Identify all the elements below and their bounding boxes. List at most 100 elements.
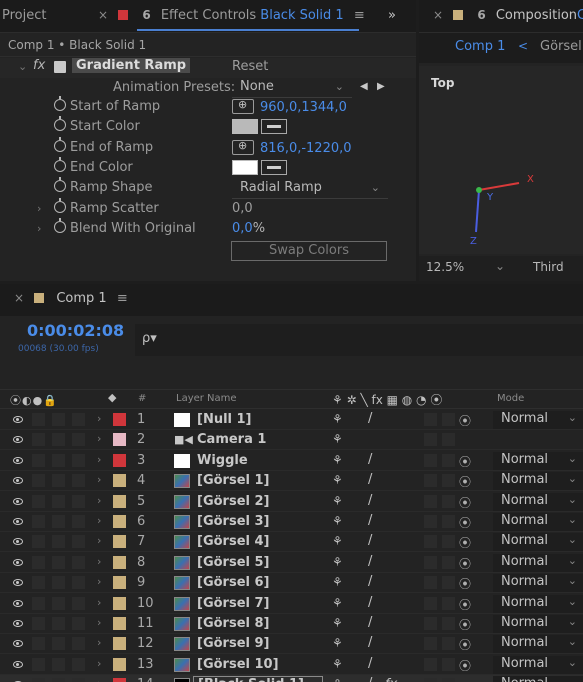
- shy-switch-icon[interactable]: ⚘: [332, 657, 343, 671]
- composition-viewer[interactable]: Top X Y Z: [419, 66, 583, 254]
- 3d-layer-icon[interactable]: ⦿: [459, 575, 471, 592]
- av-switch-box[interactable]: [32, 637, 45, 651]
- timecode[interactable]: 0:00:02:08: [27, 321, 124, 340]
- switch-box[interactable]: [424, 657, 437, 671]
- blend-mode-dropdown[interactable]: Normal ⌄: [493, 492, 583, 511]
- 3d-layer-icon[interactable]: ⦿: [459, 534, 471, 551]
- table-row[interactable]: › 13 [Görsel 10] ⚘ / ⦿ Normal ⌄: [0, 655, 583, 675]
- blend-mode-dropdown[interactable]: Normal ⌄: [493, 472, 583, 491]
- av-switch-box[interactable]: [32, 555, 45, 569]
- av-switch-box[interactable]: [52, 494, 65, 508]
- av-switch-box[interactable]: [72, 637, 85, 651]
- fx-toggle-icon[interactable]: fx: [33, 58, 45, 73]
- end-of-ramp-value[interactable]: 816,0,-1220,0: [260, 141, 352, 156]
- layer-name[interactable]: [Görsel 5]: [197, 555, 269, 570]
- blend-mode-dropdown[interactable]: Normal ⌄: [493, 676, 583, 682]
- quality-switch-icon[interactable]: /: [368, 635, 372, 650]
- switch-box[interactable]: [442, 494, 455, 508]
- layer-name[interactable]: [Görsel 8]: [197, 616, 269, 631]
- av-switch-box[interactable]: [32, 515, 45, 528]
- effect-header-row[interactable]: ⌄ fx Gradient Ramp Reset: [0, 58, 416, 78]
- switch-box[interactable]: [442, 535, 455, 549]
- overflow-icon[interactable]: »: [388, 8, 396, 23]
- quality-switch-icon[interactable]: /: [368, 615, 372, 630]
- stopwatch-icon[interactable]: [54, 116, 66, 131]
- shy-switch-icon[interactable]: ⚘: [332, 432, 343, 446]
- stopwatch-icon[interactable]: [54, 157, 66, 172]
- 3d-layer-icon[interactable]: ⦿: [459, 636, 471, 653]
- switch-box[interactable]: [424, 413, 437, 426]
- quality-switch-icon[interactable]: /: [368, 595, 372, 610]
- close-icon[interactable]: ×: [98, 8, 108, 22]
- expand-chevron-icon[interactable]: ›: [37, 221, 41, 236]
- switch-box[interactable]: [424, 433, 437, 447]
- expand-chevron-icon[interactable]: ›: [97, 555, 101, 568]
- label-color-swatch[interactable]: [113, 413, 126, 426]
- label-color-swatch[interactable]: [113, 678, 126, 682]
- table-row[interactable]: › 2 ■◀ Camera 1 ⚘: [0, 430, 583, 451]
- switch-box[interactable]: [442, 617, 455, 630]
- blend-mode-dropdown[interactable]: Normal ⌄: [493, 451, 583, 470]
- av-switch-box[interactable]: [32, 474, 45, 488]
- zoom-level[interactable]: 12.5%: [426, 260, 464, 274]
- 3d-layer-icon[interactable]: ⦿: [459, 555, 471, 572]
- chevron-down-icon[interactable]: ⌄: [495, 259, 505, 273]
- shy-switch-icon[interactable]: ⚘: [332, 494, 343, 508]
- switch-box[interactable]: [442, 555, 455, 569]
- shy-switch-icon[interactable]: ⚘: [332, 453, 343, 467]
- av-switch-box[interactable]: [52, 413, 65, 426]
- eye-icon[interactable]: [13, 518, 23, 525]
- expand-chevron-icon[interactable]: ›: [97, 636, 101, 649]
- quality-switch-icon[interactable]: /: [368, 574, 372, 589]
- blend-mode-dropdown[interactable]: Normal ⌄: [493, 513, 583, 531]
- lock-icon[interactable]: 6: [477, 8, 485, 22]
- av-switch-box[interactable]: [72, 474, 85, 488]
- av-switch-box[interactable]: [32, 433, 45, 447]
- ramp-scatter-value[interactable]: 0,0: [232, 201, 253, 216]
- blend-mode-dropdown[interactable]: Normal ⌄: [493, 574, 583, 593]
- shy-switch-icon[interactable]: ⚘: [332, 514, 343, 528]
- av-switch-box[interactable]: [72, 453, 85, 467]
- label-color-swatch[interactable]: [113, 555, 126, 569]
- layer-name[interactable]: [Görsel 1]: [197, 473, 269, 488]
- blend-value[interactable]: 0,0: [232, 221, 253, 236]
- 3d-layer-icon[interactable]: ⦿: [459, 657, 471, 674]
- av-switch-box[interactable]: [52, 657, 65, 671]
- av-switch-box[interactable]: [72, 617, 85, 630]
- next-preset-icon[interactable]: ▶: [377, 81, 385, 92]
- ramp-shape-dropdown[interactable]: Radial Ramp ⌄: [232, 180, 388, 199]
- eyedropper-icon[interactable]: [261, 119, 287, 134]
- 3d-layer-icon[interactable]: ⦿: [459, 596, 471, 613]
- av-switch-box[interactable]: [52, 637, 65, 651]
- av-switch-box[interactable]: [52, 474, 65, 488]
- label-color-swatch[interactable]: [113, 453, 126, 467]
- switch-box[interactable]: [442, 515, 455, 528]
- shy-switch-icon[interactable]: ⚘: [332, 616, 343, 630]
- prev-preset-icon[interactable]: ◀: [360, 81, 368, 92]
- quality-switch-icon[interactable]: /: [368, 493, 372, 508]
- 3d-layer-icon[interactable]: ⦿: [459, 473, 471, 490]
- switch-box[interactable]: [442, 453, 455, 467]
- blend-mode-dropdown[interactable]: Normal ⌄: [493, 594, 583, 613]
- layer-name[interactable]: [Görsel 10]: [197, 657, 279, 672]
- label-color-swatch[interactable]: [113, 535, 126, 549]
- av-switch-box[interactable]: [52, 617, 65, 630]
- eye-icon[interactable]: [13, 436, 23, 444]
- search-icon[interactable]: ρ▾: [142, 331, 157, 346]
- label-color-swatch[interactable]: [113, 433, 126, 447]
- av-switch-box[interactable]: [72, 413, 85, 426]
- expand-chevron-icon[interactable]: ›: [97, 677, 101, 682]
- table-row[interactable]: › 8 [Görsel 5] ⚘ / ⦿ Normal ⌄: [0, 553, 583, 573]
- quality-switch-icon[interactable]: /: [368, 533, 372, 548]
- switch-box[interactable]: [442, 576, 455, 590]
- label-color-swatch[interactable]: [113, 494, 126, 508]
- shy-switch-icon[interactable]: ⚘: [332, 677, 343, 682]
- switch-box[interactable]: [424, 453, 437, 467]
- eye-icon[interactable]: [13, 497, 23, 505]
- blend-mode-dropdown[interactable]: Normal ⌄: [493, 655, 583, 674]
- av-switch-box[interactable]: [72, 515, 85, 528]
- presets-dropdown[interactable]: None ⌄: [232, 79, 352, 98]
- shy-switch-icon[interactable]: ⚘: [332, 534, 343, 548]
- shy-switch-icon[interactable]: ⚘: [332, 412, 343, 426]
- table-row[interactable]: › 6 [Görsel 3] ⚘ / ⦿ Normal ⌄: [0, 512, 583, 532]
